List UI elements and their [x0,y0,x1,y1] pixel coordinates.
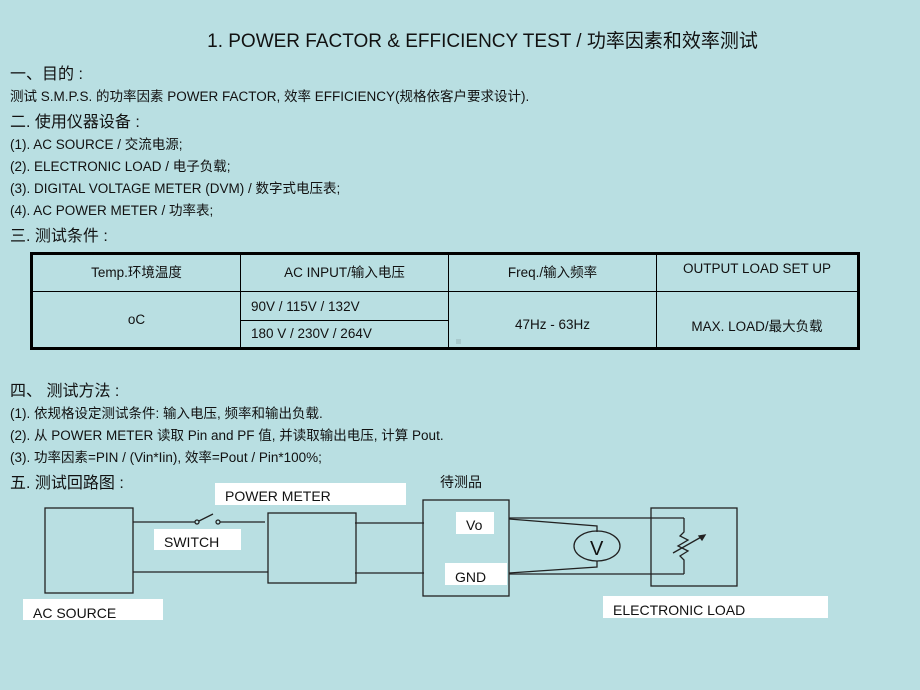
test-circuit-diagram: V [44,499,738,597]
vo-label: Vo [456,512,494,534]
electronic-load-label: ELECTRONIC LOAD [603,596,828,618]
switch-contact [194,519,200,525]
ac-source-label: AC SOURCE [23,599,163,621]
switch-label: SWITCH [154,529,241,550]
ac-source-box [44,507,134,594]
switch-blade [198,513,214,522]
wire [508,518,598,532]
switch-contact [215,519,221,525]
power-meter-box [267,512,357,584]
voltmeter-symbol: V [590,538,604,560]
wire [508,561,598,574]
gnd-label: GND [445,563,507,585]
arrow-head [697,534,707,542]
power-meter-label: POWER METER [215,483,406,505]
